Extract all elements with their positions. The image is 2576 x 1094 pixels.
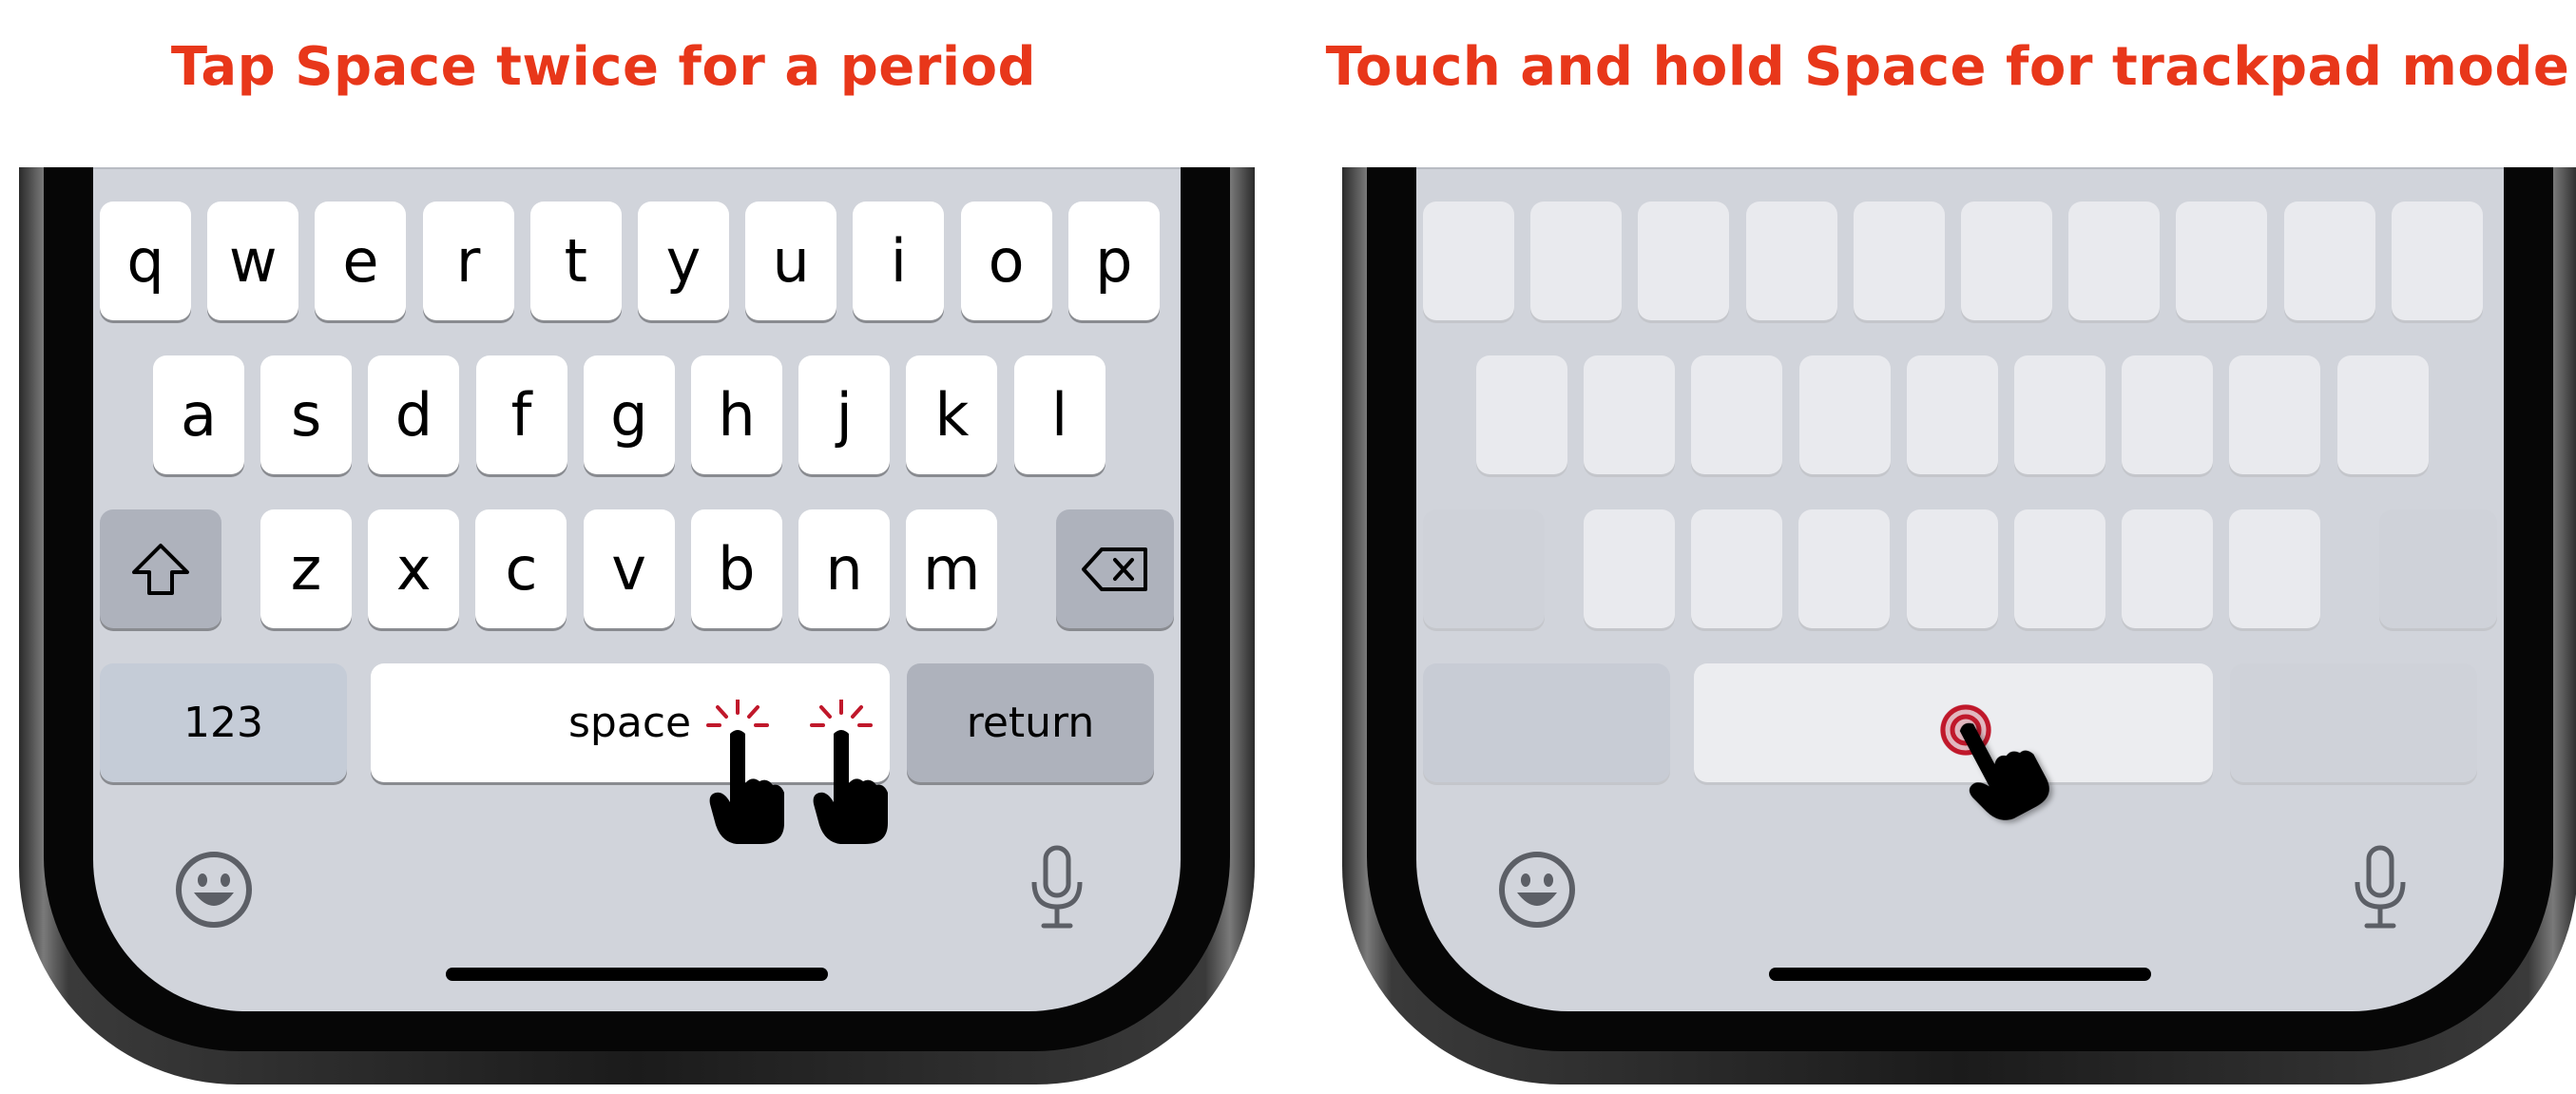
key-blank xyxy=(1745,202,1837,320)
key-h[interactable]: h xyxy=(691,355,782,474)
key-r[interactable]: r xyxy=(422,202,514,320)
keyboard: qwertyuiopasdfghjklzxcvbnm 123 space ret… xyxy=(93,167,1181,1011)
emoji-button[interactable] xyxy=(1494,847,1580,932)
key-z[interactable]: z xyxy=(260,509,352,628)
key-blank xyxy=(2176,202,2268,320)
touch-hold-hand-icon xyxy=(1940,704,2049,820)
key-blank xyxy=(2391,202,2483,320)
key-a[interactable]: a xyxy=(153,355,244,474)
home-indicator xyxy=(446,968,828,981)
key-s[interactable]: s xyxy=(260,355,353,474)
key-x[interactable]: x xyxy=(368,509,460,628)
key-u[interactable]: u xyxy=(745,202,837,320)
key-b[interactable]: b xyxy=(690,509,782,628)
numbers-key-blank xyxy=(1423,663,1670,782)
key-f[interactable]: f xyxy=(475,355,567,474)
key-y[interactable]: y xyxy=(638,202,729,320)
key-v[interactable]: v xyxy=(583,509,675,628)
key-c[interactable]: c xyxy=(475,509,567,628)
shift-key[interactable] xyxy=(100,509,221,628)
key-blank xyxy=(1798,355,1891,474)
key-blank xyxy=(2013,509,2105,628)
key-blank xyxy=(1584,509,1675,628)
phone-right xyxy=(1342,167,2576,1084)
key-n[interactable]: n xyxy=(798,509,890,628)
return-key[interactable]: return xyxy=(907,663,1154,782)
left-heading: Tap Space twice for a period xyxy=(170,36,1037,98)
tap-hand-icon xyxy=(810,700,888,844)
key-m[interactable]: m xyxy=(906,509,998,628)
key-blank xyxy=(2014,355,2105,474)
key-blank xyxy=(2122,355,2214,474)
key-blank xyxy=(1906,355,1998,474)
key-g[interactable]: g xyxy=(583,355,675,474)
numbers-key[interactable]: 123 xyxy=(100,663,347,782)
emoji-button[interactable] xyxy=(171,847,257,932)
right-heading: Touch and hold Space for trackpad mode xyxy=(1325,36,2570,98)
key-blank xyxy=(1691,509,1783,628)
key-o[interactable]: o xyxy=(960,202,1052,320)
key-e[interactable]: e xyxy=(315,202,407,320)
key-blank xyxy=(1584,355,1676,474)
key-blank xyxy=(2283,202,2375,320)
key-p[interactable]: p xyxy=(1067,202,1160,320)
key-blank xyxy=(2336,355,2429,474)
key-d[interactable]: d xyxy=(368,355,460,474)
key-k[interactable]: k xyxy=(906,355,998,474)
key-blank xyxy=(1961,202,2052,320)
key-i[interactable]: i xyxy=(853,202,945,320)
trackpad-keyboard[interactable] xyxy=(1416,167,2504,1011)
shift-icon xyxy=(132,543,189,595)
tap-hand-icon xyxy=(706,700,784,844)
key-j[interactable]: j xyxy=(798,355,891,474)
key-blank xyxy=(1691,355,1783,474)
key-q[interactable]: q xyxy=(100,202,191,320)
key-blank xyxy=(1423,202,1514,320)
delete-key[interactable] xyxy=(1056,509,1174,628)
key-blank xyxy=(1906,509,1998,628)
dictation-button[interactable] xyxy=(2337,844,2423,930)
return-key-blank xyxy=(2230,663,2477,782)
home-indicator xyxy=(1769,968,2151,981)
delete-key-blank xyxy=(2379,509,2497,628)
shift-key-blank xyxy=(1423,509,1545,628)
microphone-icon xyxy=(1031,845,1083,929)
key-t[interactable]: t xyxy=(529,202,622,320)
dictation-button[interactable] xyxy=(1014,844,1100,930)
key-blank xyxy=(1638,202,1730,320)
key-w[interactable]: w xyxy=(207,202,299,320)
emoji-icon xyxy=(176,852,252,928)
phone-left: qwertyuiopasdfghjklzxcvbnm 123 space ret… xyxy=(19,167,1255,1084)
microphone-icon xyxy=(2355,845,2406,929)
key-blank xyxy=(1476,355,1567,474)
key-blank xyxy=(2068,202,2161,320)
key-blank xyxy=(2229,509,2321,628)
key-blank xyxy=(2229,355,2321,474)
key-blank xyxy=(1798,509,1891,628)
key-l[interactable]: l xyxy=(1013,355,1105,474)
key-blank xyxy=(2122,509,2213,628)
key-blank xyxy=(1853,202,1945,320)
delete-icon xyxy=(1082,547,1147,591)
key-blank xyxy=(1530,202,1623,320)
emoji-icon xyxy=(1499,852,1575,928)
